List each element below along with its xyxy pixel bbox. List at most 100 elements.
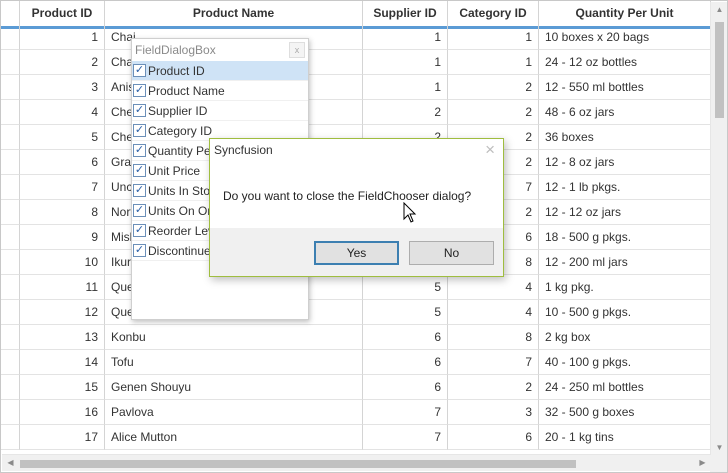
field-chooser-close-button[interactable]: x (289, 42, 305, 58)
table-cell-cat[interactable]: 1 (448, 25, 539, 50)
table-cell-sup[interactable]: 1 (363, 50, 448, 75)
table-cell-qty[interactable]: 10 - 500 g pkgs. (539, 300, 711, 325)
table-cell-qty[interactable]: 48 - 6 oz jars (539, 100, 711, 125)
table-cell-sup[interactable]: 7 (363, 425, 448, 450)
table-cell-name[interactable]: Pavlova (105, 400, 363, 425)
row-indicator[interactable] (1, 250, 20, 275)
row-indicator[interactable] (1, 50, 20, 75)
scroll-down-arrow-icon[interactable]: ▼ (711, 443, 727, 453)
table-cell-cat[interactable]: 2 (448, 100, 539, 125)
row-indicator[interactable] (1, 225, 20, 250)
table-cell-id[interactable]: 7 (20, 175, 105, 200)
row-indicator[interactable] (1, 400, 20, 425)
table-cell-id[interactable]: 14 (20, 350, 105, 375)
table-cell-id[interactable]: 1 (20, 25, 105, 50)
row-indicator[interactable] (1, 200, 20, 225)
table-cell-cat[interactable]: 8 (448, 325, 539, 350)
checkbox-checked-icon[interactable]: ✓ (133, 124, 146, 137)
table-cell-qty[interactable]: 40 - 100 g pkgs. (539, 350, 711, 375)
table-cell-name[interactable]: Konbu (105, 325, 363, 350)
table-cell-qty[interactable]: 32 - 500 g boxes (539, 400, 711, 425)
table-row[interactable]: 11Queso Cabrales541 kg pkg. (1, 275, 711, 300)
row-indicator[interactable] (1, 175, 20, 200)
row-indicator[interactable] (1, 25, 20, 50)
checkbox-checked-icon[interactable]: ✓ (133, 204, 146, 217)
table-cell-qty[interactable]: 24 - 12 oz bottles (539, 50, 711, 75)
table-cell-name[interactable]: Genen Shouyu (105, 375, 363, 400)
no-button[interactable]: No (409, 241, 494, 265)
table-cell-qty[interactable]: 20 - 1 kg tins (539, 425, 711, 450)
table-cell-id[interactable]: 3 (20, 75, 105, 100)
table-cell-qty[interactable]: 12 - 200 ml jars (539, 250, 711, 275)
table-cell-qty[interactable]: 18 - 500 g pkgs. (539, 225, 711, 250)
table-cell-sup[interactable]: 6 (363, 350, 448, 375)
table-cell-cat[interactable]: 7 (448, 350, 539, 375)
table-cell-sup[interactable]: 5 (363, 300, 448, 325)
table-cell-id[interactable]: 4 (20, 100, 105, 125)
table-cell-cat[interactable]: 2 (448, 75, 539, 100)
table-row[interactable]: 14 Tofu 6 7 40 - 100 g pkgs. (1, 350, 711, 375)
table-cell-id[interactable]: 16 (20, 400, 105, 425)
table-cell-qty[interactable]: 1 kg pkg. (539, 275, 711, 300)
table-cell-id[interactable]: 5 (20, 125, 105, 150)
scroll-right-arrow-icon[interactable]: ▶ (694, 458, 711, 468)
table-cell-cat[interactable]: 2 (448, 375, 539, 400)
table-cell-id[interactable]: 17 (20, 425, 105, 450)
horizontal-scrollbar[interactable]: ◀ ▶ (2, 454, 711, 471)
table-cell-qty[interactable]: 2 kg box (539, 325, 711, 350)
row-indicator[interactable] (1, 375, 20, 400)
close-icon[interactable]: × (485, 141, 495, 159)
field-chooser-item[interactable]: ✓ Product ID (132, 61, 308, 81)
scroll-up-arrow-icon[interactable]: ▲ (711, 5, 727, 15)
table-cell-id[interactable]: 2 (20, 50, 105, 75)
row-indicator[interactable] (1, 425, 20, 450)
table-cell-name[interactable]: Alice Mutton (105, 425, 363, 450)
checkbox-checked-icon[interactable]: ✓ (133, 244, 146, 257)
table-cell-sup[interactable]: 2 (363, 100, 448, 125)
table-cell-sup[interactable]: 6 (363, 325, 448, 350)
table-cell-id[interactable]: 10 (20, 250, 105, 275)
row-indicator[interactable] (1, 350, 20, 375)
vertical-scroll-thumb[interactable] (715, 22, 724, 118)
table-cell-sup[interactable]: 1 (363, 75, 448, 100)
yes-button[interactable]: Yes (314, 241, 399, 265)
row-indicator[interactable] (1, 150, 20, 175)
table-cell-name[interactable]: Tofu (105, 350, 363, 375)
table-cell-qty[interactable]: 36 boxes (539, 125, 711, 150)
table-cell-qty[interactable]: 12 - 8 oz jars (539, 150, 711, 175)
table-cell-cat[interactable]: 4 (448, 275, 539, 300)
table-cell-cat[interactable]: 3 (448, 400, 539, 425)
table-cell-sup[interactable]: 7 (363, 400, 448, 425)
table-cell-qty[interactable]: 12 - 550 ml bottles (539, 75, 711, 100)
table-cell-id[interactable]: 9 (20, 225, 105, 250)
row-indicator[interactable] (1, 125, 20, 150)
table-cell-id[interactable]: 6 (20, 150, 105, 175)
table-row[interactable]: 17 Alice Mutton 7 6 20 - 1 kg tins (1, 425, 711, 450)
table-cell-sup[interactable]: 1 (363, 25, 448, 50)
checkbox-checked-icon[interactable]: ✓ (133, 164, 146, 177)
table-cell-qty[interactable]: 12 - 1 lb pkgs. (539, 175, 711, 200)
checkbox-checked-icon[interactable]: ✓ (133, 144, 146, 157)
field-chooser-item[interactable]: ✓ Supplier ID (132, 101, 308, 121)
table-cell-sup[interactable]: 5 (363, 275, 448, 300)
checkbox-checked-icon[interactable]: ✓ (133, 84, 146, 97)
scroll-left-arrow-icon[interactable]: ◀ (2, 458, 19, 468)
table-row[interactable]: 13 Konbu 6 8 2 kg box (1, 325, 711, 350)
table-cell-qty[interactable]: 10 boxes x 20 bags (539, 25, 711, 50)
table-cell-id[interactable]: 11 (20, 275, 105, 300)
table-cell-cat[interactable]: 4 (448, 300, 539, 325)
row-indicator[interactable] (1, 300, 20, 325)
row-indicator[interactable] (1, 100, 20, 125)
checkbox-checked-icon[interactable]: ✓ (133, 184, 146, 197)
table-cell-qty[interactable]: 12 - 12 oz jars (539, 200, 711, 225)
table-row[interactable]: 1 Chai 1 1 10 boxes x 20 bags (1, 25, 711, 50)
table-cell-sup[interactable]: 6 (363, 375, 448, 400)
row-indicator[interactable] (1, 75, 20, 100)
checkbox-checked-icon[interactable]: ✓ (133, 224, 146, 237)
table-row[interactable]: 15 Genen Shouyu 6 2 24 - 250 ml bottles (1, 375, 711, 400)
table-cell-id[interactable]: 12 (20, 300, 105, 325)
table-cell-id[interactable]: 15 (20, 375, 105, 400)
table-row[interactable]: 12Queso Manchego La Pastora5410 - 500 g … (1, 300, 711, 325)
field-chooser-item[interactable]: ✓ Product Name (132, 81, 308, 101)
table-cell-id[interactable]: 8 (20, 200, 105, 225)
